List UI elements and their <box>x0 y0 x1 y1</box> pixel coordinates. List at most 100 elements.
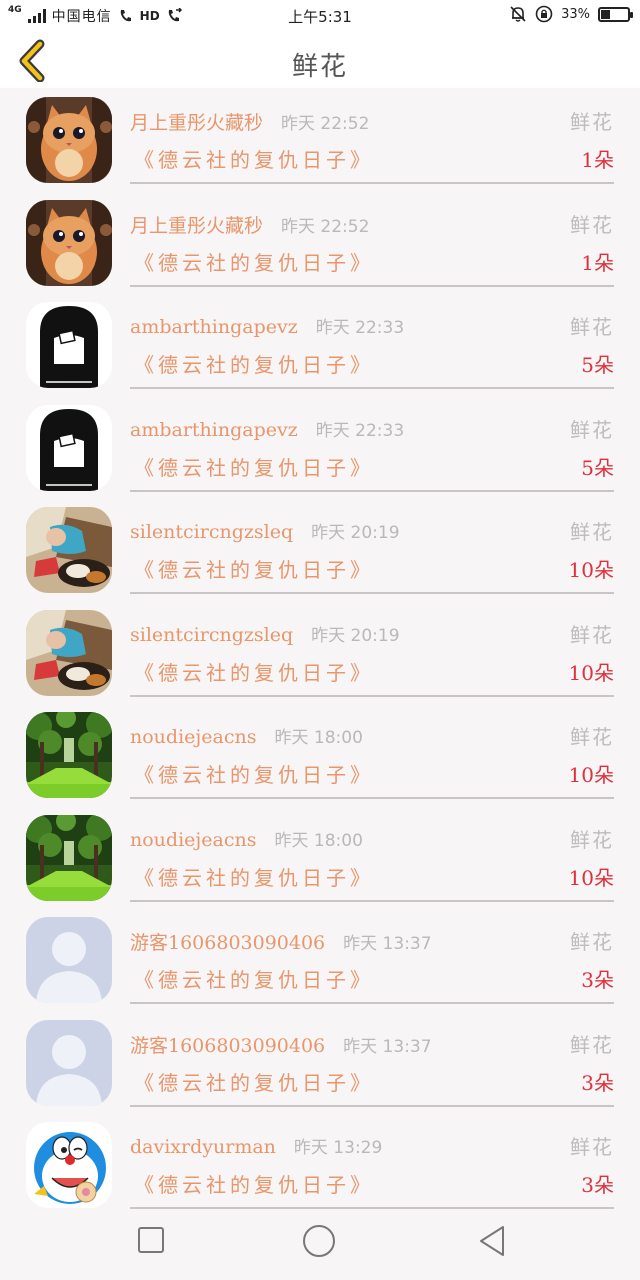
book-title[interactable]: 《德云社的复仇日子》 <box>134 1169 374 1198</box>
gift-type-label: 鲜花 <box>570 827 614 852</box>
gift-type-label: 鲜花 <box>570 110 614 134</box>
username-text[interactable]: 月上重彤火藏秒 <box>130 112 263 134</box>
book-title[interactable]: 《德云社的复仇日子》 <box>134 349 374 378</box>
gift-type-label: 鲜花 <box>570 520 614 544</box>
item-info: noudiejeacns 昨天 18:00 鲜花《德云社的复仇日子》 10朵 <box>130 806 614 902</box>
triangle-back-icon <box>480 1226 504 1256</box>
gift-quantity: 3朵 <box>581 1173 614 1197</box>
list-item[interactable]: 游客1606803090406 昨天 13:37 鲜花《德云社的复仇日子》 3朵 <box>0 1011 640 1114</box>
gift-time: 昨天 22:52 <box>281 114 370 134</box>
username[interactable]: 月上重彤火藏秒 昨天 22:52 <box>130 211 369 238</box>
book-title[interactable]: 《德云社的复仇日子》 <box>134 759 374 788</box>
book-title[interactable]: 《德云社的复仇日子》 <box>134 554 374 583</box>
book-title[interactable]: 《德云社的复仇日子》 <box>134 964 374 993</box>
list-item[interactable]: 游客1606803090406 昨天 13:37 鲜花《德云社的复仇日子》 3朵 <box>0 908 640 1011</box>
username[interactable]: 月上重彤火藏秒 昨天 22:52 <box>130 108 369 135</box>
username[interactable]: noudiejeacns 昨天 18:00 <box>130 826 363 851</box>
home-button[interactable] <box>302 1224 336 1262</box>
list-item[interactable]: davixrdyurman 昨天 13:29 鲜花《德云社的复仇日子》 3朵 <box>0 1113 640 1216</box>
gift-quantity: 1朵 <box>581 148 614 172</box>
list-item[interactable]: silentcircngzsleq 昨天 20:19 鲜花 《德云社的复仇日子》 10朵 <box>0 601 640 704</box>
username[interactable]: silentcircngzsleq 昨天 20:19 <box>130 621 400 646</box>
item-info: 月上重彤火藏秒 昨天 22:52 鲜花 《德云社的复仇日子》 1朵 <box>130 191 614 287</box>
username[interactable]: ambarthingapevz 昨天 22:33 <box>130 313 404 338</box>
gift-quantity: 3朵 <box>581 1070 614 1095</box>
square-icon <box>138 1227 164 1253</box>
avatar[interactable] <box>26 302 112 388</box>
username[interactable]: ambarthingapevz 昨天 22:33 <box>130 416 404 441</box>
gift-type-label: 鲜花 <box>570 1135 614 1159</box>
book-title[interactable]: 《德云社的复仇日子》 <box>134 144 374 173</box>
username-text[interactable]: davixrdyurman <box>130 1136 276 1158</box>
back-nav-button[interactable] <box>477 1224 507 1262</box>
username[interactable]: 游客1606803090406 昨天 13:37 <box>130 928 432 955</box>
list-item[interactable]: ambarthingapevz 昨天 22:33 鲜花《德云社的复仇日子》 5朵 <box>0 396 640 499</box>
avatar[interactable] <box>26 507 112 593</box>
username[interactable]: 游客1606803090406 昨天 13:37 <box>130 1031 432 1058</box>
avatar[interactable] <box>26 814 112 901</box>
avatar[interactable] <box>26 712 112 798</box>
username-text[interactable]: noudiejeacns <box>130 829 257 851</box>
item-info: 游客1606803090406 昨天 13:37 鲜花《德云社的复仇日子》 3朵 <box>130 908 614 1004</box>
book-title[interactable]: 《德云社的复仇日子》 <box>134 657 374 686</box>
avatar[interactable] <box>26 609 112 696</box>
avatar[interactable] <box>26 1019 112 1106</box>
username-text[interactable]: 游客1606803090406 <box>130 1035 325 1057</box>
item-info: 月上重彤火藏秒 昨天 22:52 鲜花《德云社的复仇日子》 1朵 <box>130 88 614 184</box>
avatar[interactable] <box>26 404 112 491</box>
item-info: ambarthingapevz 昨天 22:33 鲜花 《德云社的复仇日子》 5朵 <box>130 293 614 389</box>
gift-time: 昨天 13:37 <box>343 934 432 954</box>
avatar[interactable] <box>26 917 112 1003</box>
title-bar: 鲜花 <box>0 32 640 88</box>
gift-quantity: 10朵 <box>568 865 614 890</box>
username-text[interactable]: ambarthingapevz <box>130 419 298 441</box>
gift-type-label: 鲜花 <box>570 417 614 442</box>
username-text[interactable]: noudiejeacns <box>130 726 257 748</box>
list-item[interactable]: noudiejeacns 昨天 18:00 鲜花《德云社的复仇日子》 10朵 <box>0 703 640 806</box>
recent-apps-button[interactable] <box>137 1226 165 1258</box>
item-info: silentcircngzsleq 昨天 20:19 鲜花 《德云社的复仇日子》 10朵 <box>130 601 614 697</box>
gift-type-label: 鲜花 <box>570 725 614 749</box>
username[interactable]: noudiejeacns 昨天 18:00 <box>130 723 363 748</box>
battery-icon <box>598 6 633 22</box>
gift-time: 昨天 22:33 <box>315 420 405 441</box>
gift-time: 昨天 20:19 <box>311 523 400 543</box>
gift-time: 昨天 13:37 <box>343 1036 432 1057</box>
username-text[interactable]: silentcircngzsleq <box>130 521 293 543</box>
username-text[interactable]: 游客1606803090406 <box>130 932 325 954</box>
gift-quantity: 10朵 <box>568 763 614 787</box>
gift-quantity: 5朵 <box>581 455 614 480</box>
gift-type-label: 鲜花 <box>570 930 614 954</box>
gift-time: 昨天 22:33 <box>315 318 405 338</box>
gift-quantity: 3朵 <box>581 968 614 992</box>
item-info: davixrdyurman 昨天 13:29 鲜花《德云社的复仇日子》 3朵 <box>130 1113 614 1209</box>
list-item[interactable]: ambarthingapevz 昨天 22:33 鲜花 《德云社的复仇日子》 5朵 <box>0 293 640 396</box>
avatar[interactable] <box>26 97 112 183</box>
gift-time: 昨天 20:19 <box>311 625 400 646</box>
book-title[interactable]: 《德云社的复仇日子》 <box>134 247 374 276</box>
list-item[interactable]: silentcircngzsleq 昨天 20:19 鲜花《德云社的复仇日子》 10朵 <box>0 498 640 601</box>
gift-time: 昨天 13:29 <box>293 1138 383 1158</box>
list-item[interactable]: 月上重彤火藏秒 昨天 22:52 鲜花《德云社的复仇日子》 1朵 <box>0 88 640 191</box>
username-text[interactable]: 月上重彤火藏秒 <box>130 215 263 237</box>
book-title[interactable]: 《德云社的复仇日子》 <box>134 862 374 891</box>
username-text[interactable]: silentcircngzsleq <box>130 624 293 646</box>
list-item[interactable]: 月上重彤火藏秒 昨天 22:52 鲜花 《德云社的复仇日子》 1朵 <box>0 191 640 294</box>
book-title[interactable]: 《德云社的复仇日子》 <box>134 1067 374 1096</box>
book-title[interactable]: 《德云社的复仇日子》 <box>134 452 374 481</box>
gift-quantity: 10朵 <box>568 558 614 582</box>
flower-gift-list: 月上重彤火藏秒 昨天 22:52 鲜花 《德云社的复仇日子》 1朵 月上重彤火藏秒 昨天 2… <box>0 88 640 1216</box>
item-info: silentcircngzsleq 昨天 20:19 鲜花《德云社的复仇日子》 10朵 <box>130 498 614 594</box>
gift-quantity: 1朵 <box>581 250 614 275</box>
username[interactable]: silentcircngzsleq 昨天 20:19 <box>130 518 400 543</box>
avatar[interactable] <box>26 1122 112 1208</box>
gift-time: 昨天 22:52 <box>281 216 370 237</box>
username-text[interactable]: ambarthingapevz <box>130 316 298 338</box>
battery-percent: 33% <box>561 6 590 22</box>
gift-type-label: 鲜花 <box>570 1032 614 1057</box>
username[interactable]: davixrdyurman 昨天 13:29 <box>130 1133 382 1158</box>
item-info: 游客1606803090406 昨天 13:37 鲜花《德云社的复仇日子》 3朵 <box>130 1011 614 1107</box>
avatar[interactable] <box>26 199 112 286</box>
list-item[interactable]: noudiejeacns 昨天 18:00 鲜花《德云社的复仇日子》 10朵 <box>0 806 640 909</box>
gift-type-label: 鲜花 <box>570 315 614 339</box>
